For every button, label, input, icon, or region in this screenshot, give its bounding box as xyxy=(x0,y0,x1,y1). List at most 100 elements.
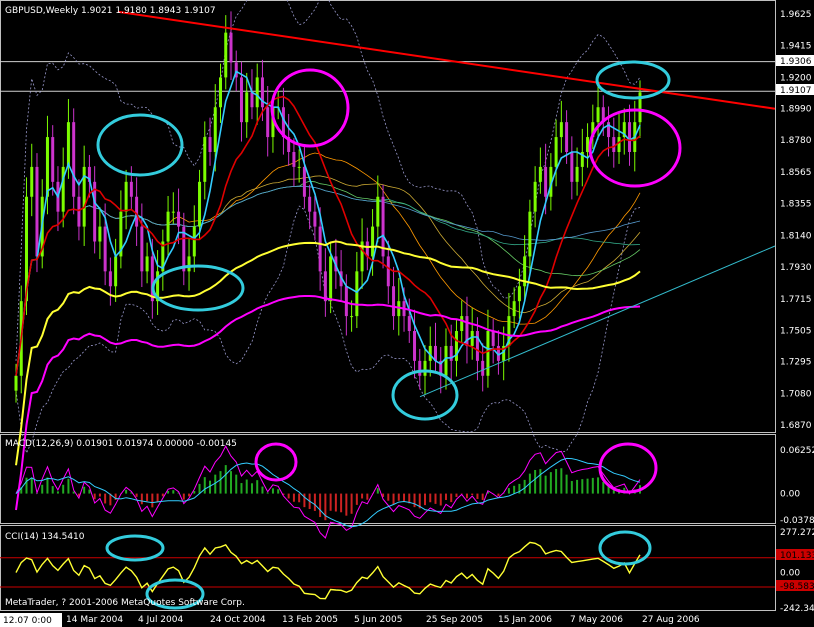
candle-body-64 xyxy=(350,316,354,318)
price-tag-upper: 1.9306 xyxy=(780,57,812,67)
price-axis-label-2: 1.9200 xyxy=(780,73,812,83)
candle-body-16 xyxy=(98,226,102,242)
price-axis-label-6: 1.8355 xyxy=(780,199,812,209)
time-axis-label-1: 4 Jul 2004 xyxy=(138,615,183,625)
main-header: GBPUSD,Weekly 1.9021 1.9180 1.8943 1.910… xyxy=(5,6,216,16)
candle-body-82 xyxy=(444,345,448,376)
price-axis-label-8: 1.7930 xyxy=(780,263,812,273)
candle-body-72 xyxy=(392,286,396,317)
candle-body-29 xyxy=(166,211,170,242)
candle-body-7 xyxy=(51,137,55,182)
candle-body-39 xyxy=(219,77,223,108)
candle-body-11 xyxy=(72,122,76,197)
cci-tag-lower: -98.583 xyxy=(780,582,814,592)
candle-body-95 xyxy=(512,301,516,317)
candle-body-4 xyxy=(35,166,39,257)
candle-body-25 xyxy=(145,256,149,272)
candle-body-117 xyxy=(628,122,632,152)
candle-body-12 xyxy=(77,196,81,227)
candle-body-58 xyxy=(318,226,322,272)
macd-header: MACD(12,26,9) 0.01901 0.01974 0.00000 -0… xyxy=(5,439,237,449)
candle-body-22 xyxy=(129,181,133,197)
candle-body-101 xyxy=(544,166,548,197)
ma-fast xyxy=(15,70,641,376)
macd-axis-label-2: -0.03789 xyxy=(780,516,814,526)
candle-body-69 xyxy=(376,196,380,227)
candle-body-57 xyxy=(313,211,317,227)
price-tag-current: 1.9107 xyxy=(780,86,812,96)
macd-axis-label-1: 0.00 xyxy=(780,490,800,500)
candle-body-10 xyxy=(66,122,70,167)
candle-body-56 xyxy=(308,196,312,212)
chart-window[interactable]: 1.9625 1.9415 1.9200 1.8990 1.8780 1.8565 1.83… xyxy=(0,0,814,627)
candle-body-68 xyxy=(371,226,375,257)
candle-body-36 xyxy=(203,137,207,182)
time-axis-label-8: 27 Aug 2006 xyxy=(642,615,700,625)
cci-plot xyxy=(0,541,775,600)
time-axis-label-7: 7 May 2006 xyxy=(570,615,623,625)
candle-body-103 xyxy=(554,137,558,167)
price-axis-label-0: 1.9625 xyxy=(780,10,812,20)
annotation-circle-6 xyxy=(254,442,298,482)
candle-body-55 xyxy=(302,166,306,197)
candle-body-48 xyxy=(266,107,270,138)
candle-body-99 xyxy=(533,181,537,212)
candle-body-3 xyxy=(30,166,34,197)
candle-body-77 xyxy=(418,360,422,376)
cci-axis-label-0: 277.2720 xyxy=(780,528,814,538)
cci-line xyxy=(15,541,641,600)
cci-axis-label-2: 0.00 xyxy=(780,569,800,579)
candle-body-19 xyxy=(114,256,118,287)
time-axis-label-6: 15 Jan 2006 xyxy=(498,615,552,625)
candle-body-60 xyxy=(329,256,333,302)
annotation-circle-1 xyxy=(151,264,245,312)
candle-body-88 xyxy=(475,331,479,361)
candle-body-43 xyxy=(239,77,243,123)
candle-body-31 xyxy=(177,211,181,227)
candle-body-96 xyxy=(517,286,521,302)
annotation-circle-0 xyxy=(96,113,184,177)
candle-body-91 xyxy=(491,331,495,346)
candle-body-75 xyxy=(407,316,411,332)
candle-body-85 xyxy=(460,316,464,332)
candle-body-41 xyxy=(229,32,233,63)
candle-body-21 xyxy=(124,181,128,212)
candle-body-59 xyxy=(323,271,327,302)
candle-body-104 xyxy=(559,122,563,138)
candle-body-107 xyxy=(575,166,579,182)
chart-svg[interactable]: 1.9625 1.9415 1.9200 1.8990 1.8780 1.8565 1.83… xyxy=(0,0,814,627)
annotation-circle-7 xyxy=(598,442,658,494)
candle-body-100 xyxy=(538,166,542,182)
candle-body-76 xyxy=(413,331,417,361)
time-axis-label-5: 25 Sep 2005 xyxy=(426,615,483,625)
candle-body-106 xyxy=(570,151,574,182)
price-axis-label-3: 1.8990 xyxy=(780,105,812,115)
cci-tag-upper: 101.133 xyxy=(780,551,814,561)
candle-body-105 xyxy=(565,122,569,152)
candle-body-0 xyxy=(14,375,18,391)
cci-header: CCI(14) 134.5410 xyxy=(5,532,85,542)
price-axis-label-4: 1.8780 xyxy=(780,136,812,146)
candle-body-46 xyxy=(255,77,259,108)
candle-body-6 xyxy=(45,137,49,197)
candle-body-33 xyxy=(187,256,191,272)
price-axis-label-10: 1.7505 xyxy=(780,326,812,336)
candle-body-111 xyxy=(596,107,600,123)
time-axis-label-3: 13 Feb 2005 xyxy=(282,615,338,625)
candle-body-63 xyxy=(344,286,348,317)
candle-body-38 xyxy=(213,107,217,152)
candle-body-18 xyxy=(108,271,112,287)
candle-body-37 xyxy=(208,137,212,152)
price-axis-label-11: 1.7295 xyxy=(780,358,812,368)
axes: 1.9625 1.9415 1.9200 1.8990 1.8780 1.8565 1.83… xyxy=(66,10,814,625)
macd-axis-label-0: 0.06252 xyxy=(780,446,814,456)
resistance-trendline xyxy=(117,10,776,110)
candle-body-98 xyxy=(528,211,532,257)
main-plot xyxy=(0,0,776,511)
annotation-circle-4 xyxy=(595,60,671,100)
cci-axis-label-4: -242.3437 xyxy=(780,604,814,614)
candle-body-30 xyxy=(171,211,175,213)
candle-body-114 xyxy=(612,137,616,152)
candle-body-78 xyxy=(423,360,427,376)
candle-body-53 xyxy=(292,151,296,167)
